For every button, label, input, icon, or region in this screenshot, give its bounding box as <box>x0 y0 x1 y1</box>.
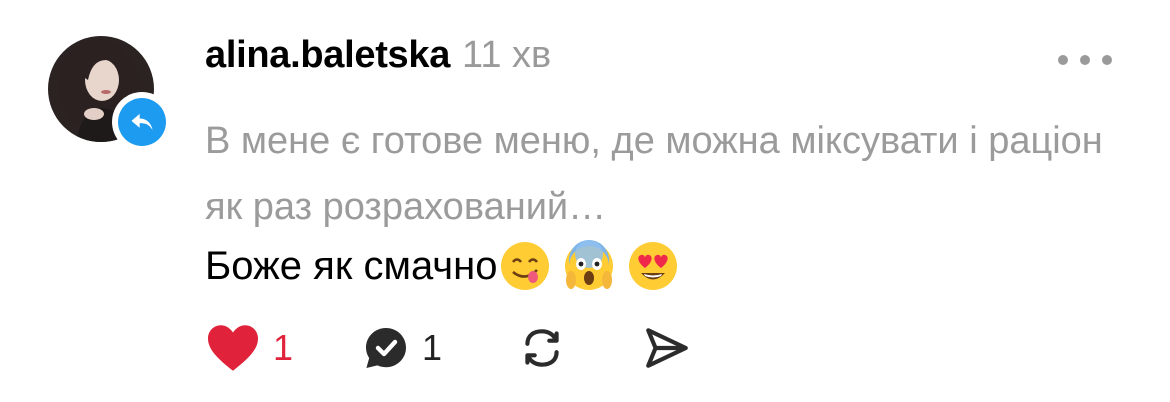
reply-badge <box>112 92 172 152</box>
username[interactable]: alina.baletska <box>205 34 450 77</box>
reply-count: 1 <box>422 327 443 368</box>
yum-emoji <box>501 242 550 290</box>
scream-emoji <box>565 240 614 290</box>
more-dots-icon[interactable] <box>1058 50 1112 70</box>
timestamp: 11 хв <box>462 34 552 76</box>
reply-button[interactable]: 1 <box>362 324 517 372</box>
repost-icon <box>525 329 559 367</box>
like-button[interactable]: 1 <box>205 323 362 373</box>
comment-header: alina.baletska 11 хв <box>205 34 551 84</box>
like-count: 1 <box>273 327 294 368</box>
comment-card: alina.baletska 11 хв В мене є готове мен… <box>0 0 1170 402</box>
action-bar: 1 1 <box>205 320 692 376</box>
comment-text: Боже як смачно <box>205 244 498 288</box>
reply-bubble-icon <box>366 328 406 368</box>
share-button[interactable] <box>642 323 692 373</box>
heart-icon <box>208 325 258 371</box>
heart-eyes-emoji <box>629 242 678 290</box>
quoted-text: В мене є готове меню, де можна міксувати… <box>205 120 1103 228</box>
reply-arrow-icon <box>131 113 153 131</box>
send-icon <box>646 328 688 368</box>
repost-button[interactable] <box>517 323 642 373</box>
comment-text-row: Боже як смачно <box>205 238 679 294</box>
